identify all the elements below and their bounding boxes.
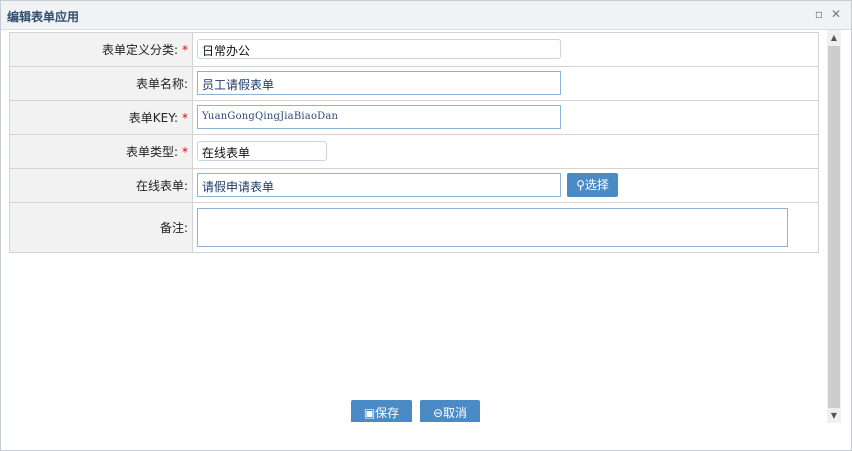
row-name: 表单名称: 员工请假表单 bbox=[9, 66, 819, 101]
chevron-down-icon: ⌵ bbox=[202, 41, 211, 54]
required-mark: * bbox=[182, 43, 188, 57]
name-input[interactable]: 员工请假表单 bbox=[197, 71, 561, 95]
online-form-input[interactable]: 请假申请表单 bbox=[197, 173, 561, 197]
type-label: 表单类型: * bbox=[9, 134, 193, 169]
row-category: 表单定义分类: * 日常办公 ⌵ bbox=[9, 32, 819, 67]
vertical-scrollbar[interactable]: ▲ ▼ bbox=[827, 30, 841, 423]
scroll-thumb[interactable] bbox=[828, 46, 840, 408]
window-title: 编辑表单应用 bbox=[7, 10, 80, 24]
remark-label: 备注: bbox=[9, 202, 193, 253]
cancel-icon: ⊖ bbox=[432, 406, 444, 420]
choose-button[interactable]: ⚲选择 bbox=[567, 173, 618, 197]
type-select[interactable]: 在线表单 ⌵ bbox=[197, 141, 327, 161]
restore-icon[interactable]: ▫ bbox=[811, 6, 827, 22]
chevron-down-icon: ⌵ bbox=[202, 143, 211, 156]
category-label: 表单定义分类: * bbox=[9, 32, 193, 67]
name-label: 表单名称: bbox=[9, 66, 193, 101]
save-icon: ▣ bbox=[363, 406, 376, 420]
row-type: 表单类型: * 在线表单 ⌵ bbox=[9, 134, 819, 169]
row-key: 表单KEY: * YuanGongQingJiaBiaoDan bbox=[9, 100, 819, 135]
row-remark: 备注: bbox=[9, 202, 819, 253]
scroll-down-icon[interactable]: ▼ bbox=[827, 409, 841, 423]
form-table: 表单定义分类: * 日常办公 ⌵ 表单名称: 员工请假表单 表单KEY: * Yua… bbox=[9, 32, 819, 253]
cancel-button[interactable]: ⊖取消 bbox=[420, 400, 480, 422]
remark-textarea[interactable] bbox=[197, 208, 788, 247]
title-bar: 编辑表单应用 ▫ ✕ bbox=[1, 1, 851, 30]
scroll-up-icon[interactable]: ▲ bbox=[827, 31, 841, 45]
key-label: 表单KEY: * bbox=[9, 100, 193, 135]
category-select[interactable]: 日常办公 ⌵ bbox=[197, 39, 561, 59]
save-button[interactable]: ▣保存 bbox=[351, 400, 412, 422]
online-form-label: 在线表单: bbox=[9, 168, 193, 203]
row-online-form: 在线表单: 请假申请表单 ⚲选择 bbox=[9, 168, 819, 203]
required-mark: * bbox=[182, 111, 188, 125]
close-icon[interactable]: ✕ bbox=[828, 6, 844, 22]
key-input[interactable]: YuanGongQingJiaBiaoDan bbox=[197, 105, 561, 129]
required-mark: * bbox=[182, 145, 188, 159]
search-icon: ⚲ bbox=[576, 178, 585, 192]
form-content: 表单定义分类: * 日常办公 ⌵ 表单名称: 员工请假表单 表单KEY: * Yua… bbox=[1, 30, 827, 422]
dialog-window: 编辑表单应用 ▫ ✕ 表单定义分类:* 日常办公 ⌵ 表单名称: 员工请假表单 bbox=[0, 0, 852, 451]
